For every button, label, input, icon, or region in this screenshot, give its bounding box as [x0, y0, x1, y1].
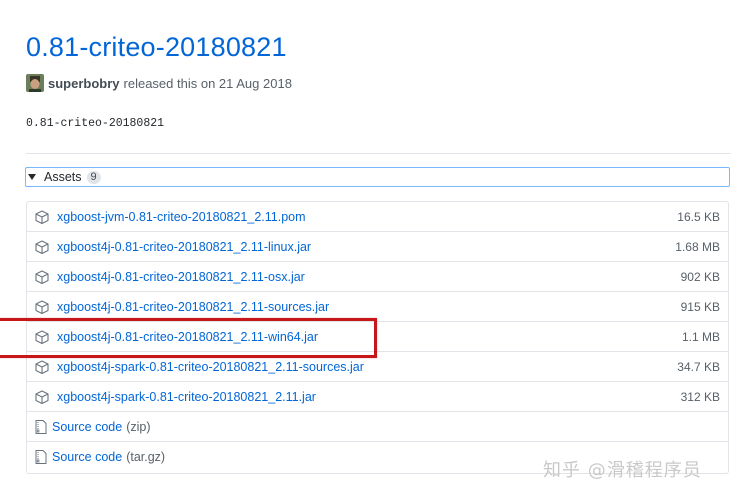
- asset-size: 915 KB: [680, 299, 720, 314]
- file-zip-icon: [35, 450, 47, 464]
- asset-row: xgboost4j-0.81-criteo-20180821_2.11-sour…: [27, 292, 728, 322]
- asset-row: xgboost-jvm-0.81-criteo-20180821_2.11.po…: [27, 202, 728, 232]
- asset-row: xgboost4j-0.81-criteo-20180821_2.11-win6…: [27, 322, 728, 352]
- package-icon: [35, 269, 49, 284]
- asset-link[interactable]: xgboost4j-0.81-criteo-20180821_2.11-sour…: [57, 300, 329, 314]
- asset-row: xgboost4j-0.81-criteo-20180821_2.11-osx.…: [27, 262, 728, 292]
- assets-toggle[interactable]: Assets 9: [25, 167, 730, 187]
- release-title[interactable]: 0.81-criteo-20180821: [26, 32, 287, 63]
- caret-down-icon: [28, 174, 36, 180]
- source-code-ext: (tar.gz): [126, 450, 166, 464]
- asset-size: 16.5 KB: [677, 209, 720, 224]
- package-icon: [35, 299, 49, 314]
- assets-count-badge: 9: [86, 170, 101, 184]
- released-text: released this on 21 Aug 2018: [123, 75, 292, 91]
- divider: [26, 153, 731, 154]
- assets-list: xgboost-jvm-0.81-criteo-20180821_2.11.po…: [26, 201, 729, 474]
- package-icon: [35, 239, 49, 254]
- avatar[interactable]: [26, 74, 44, 92]
- asset-link[interactable]: xgboost4j-spark-0.81-criteo-20180821_2.1…: [57, 390, 316, 404]
- asset-size: 1.1 MB: [681, 329, 720, 344]
- asset-link[interactable]: xgboost4j-0.81-criteo-20180821_2.11-linu…: [57, 240, 311, 254]
- package-icon: [35, 389, 49, 404]
- assets-label: Assets: [44, 170, 82, 184]
- source-code-link[interactable]: Source code: [52, 420, 122, 434]
- asset-row: xgboost4j-0.81-criteo-20180821_2.11-linu…: [27, 232, 728, 262]
- asset-link[interactable]: xgboost4j-0.81-criteo-20180821_2.11-osx.…: [57, 270, 305, 284]
- source-row: Source code (zip): [27, 412, 728, 442]
- asset-row: xgboost4j-spark-0.81-criteo-20180821_2.1…: [27, 382, 728, 412]
- asset-size: 1.68 MB: [675, 239, 720, 254]
- asset-link[interactable]: xgboost4j-spark-0.81-criteo-20180821_2.1…: [57, 360, 364, 374]
- asset-size: 34.7 KB: [677, 359, 720, 374]
- source-code-link[interactable]: Source code: [52, 450, 122, 464]
- asset-size: 312 KB: [680, 389, 720, 404]
- watermark: 知乎 @滑稽程序员: [543, 460, 702, 481]
- file-zip-icon: [35, 419, 47, 434]
- author-link[interactable]: superbobry: [48, 76, 120, 91]
- asset-link[interactable]: xgboost4j-0.81-criteo-20180821_2.11-win6…: [57, 330, 318, 344]
- asset-link[interactable]: xgboost-jvm-0.81-criteo-20180821_2.11.po…: [57, 210, 306, 224]
- asset-row: xgboost4j-spark-0.81-criteo-20180821_2.1…: [27, 352, 728, 382]
- source-code-ext: (zip): [126, 419, 151, 434]
- asset-size: 902 KB: [680, 269, 720, 284]
- package-icon: [35, 209, 49, 224]
- release-byline: superbobry released this on 21 Aug 2018: [26, 73, 292, 93]
- package-icon: [35, 359, 49, 374]
- package-icon: [35, 329, 49, 344]
- release-body: 0.81-criteo-20180821: [26, 117, 165, 130]
